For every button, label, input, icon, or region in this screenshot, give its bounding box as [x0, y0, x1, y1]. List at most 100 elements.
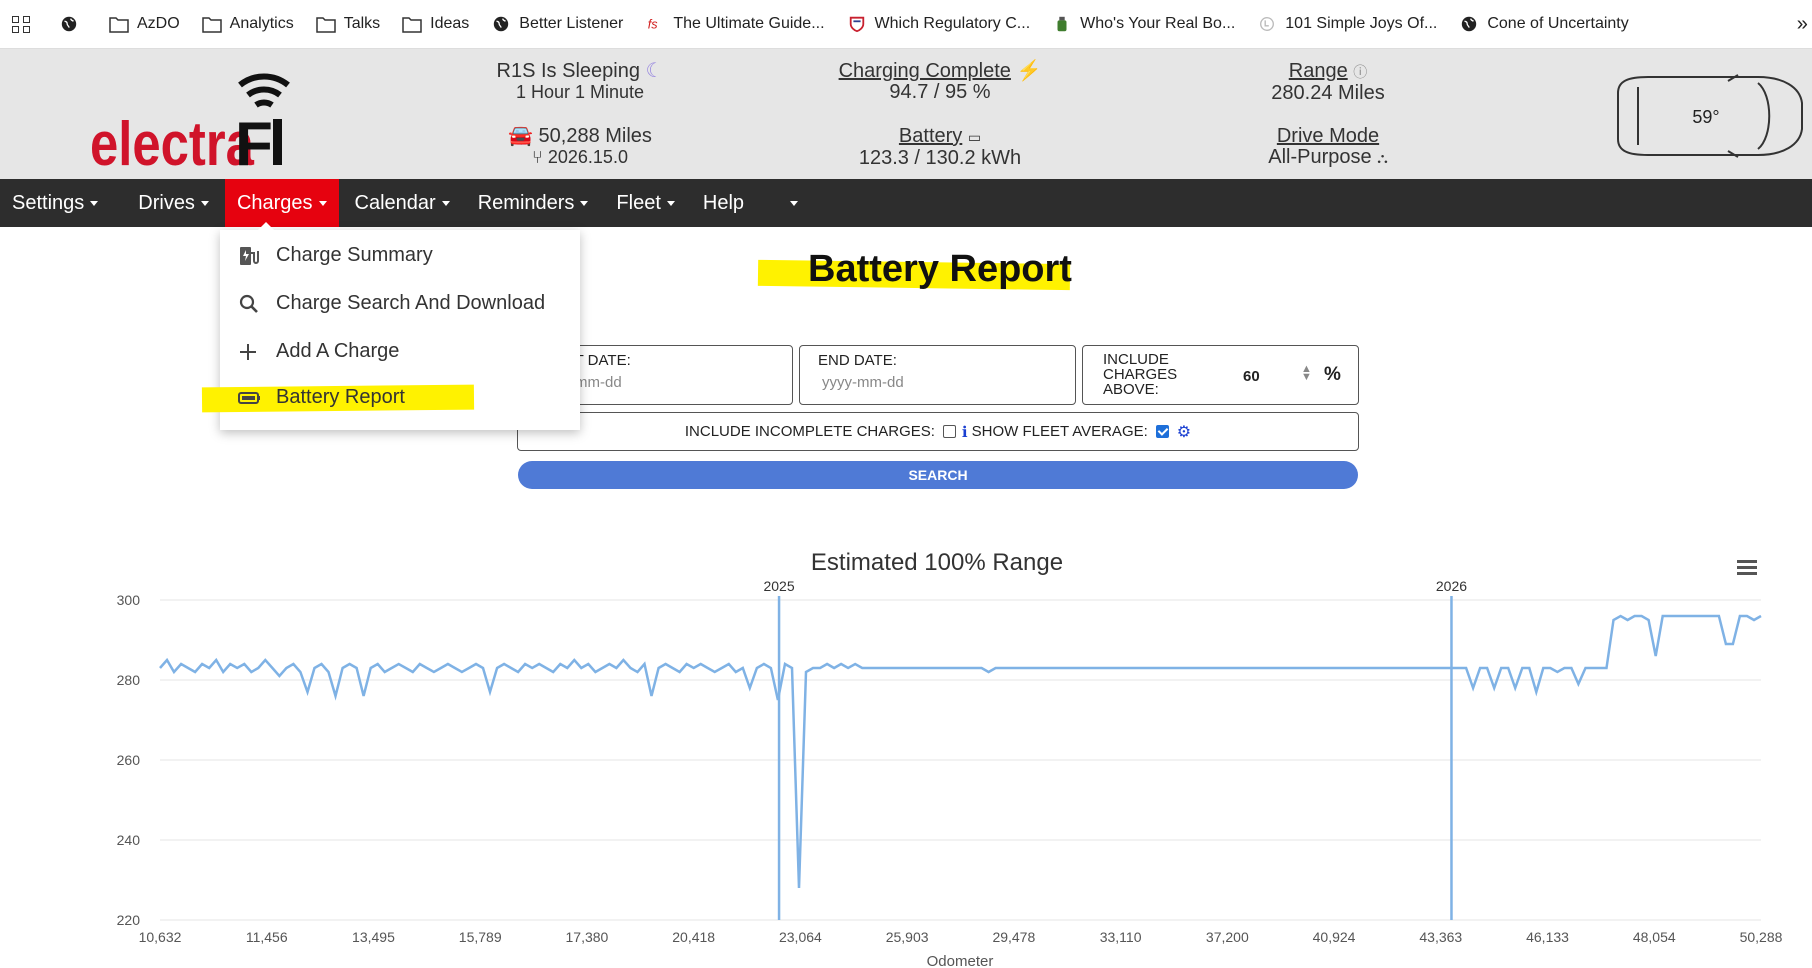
moon-icon: ☾ — [645, 60, 664, 82]
bookmark-azdo[interactable]: AzDO — [109, 15, 180, 33]
bookmarks-bar: AzDO Analytics Talks Ideas Better Listen… — [0, 0, 1812, 49]
apps-grid-icon[interactable] — [12, 15, 31, 33]
bookmark-label: Which Regulatory C... — [874, 15, 1031, 32]
info-icon[interactable]: ℹ — [962, 423, 968, 441]
nav-drives[interactable]: Drives — [126, 179, 221, 227]
end-date-field[interactable]: END DATE: yyyy-mm-dd — [799, 345, 1076, 405]
plug-icon: ⚡ — [1016, 60, 1042, 82]
charging-status-link[interactable]: Charging Complete — [839, 60, 1011, 82]
bookmark-label: Talks — [343, 15, 381, 32]
drive-mode-link[interactable]: Drive Mode — [1218, 126, 1438, 147]
battery-status: Battery ▭ 123.3 / 130.2 kWh — [820, 126, 1060, 169]
fleet-average-label: SHOW FLEET AVERAGE: — [971, 423, 1148, 440]
bookmark-globe[interactable] — [59, 15, 87, 33]
bookmark-real-boss[interactable]: Who's Your Real Bo... — [1052, 15, 1235, 33]
fleet-average-checkbox[interactable] — [1155, 425, 1169, 438]
nav-label: Settings — [12, 191, 85, 214]
nav-fleet[interactable]: Fleet — [604, 179, 686, 227]
nav-label: Reminders — [477, 191, 575, 214]
battery-icon — [238, 391, 260, 404]
globe-icon — [1462, 16, 1477, 32]
gear-icon[interactable]: ⚙ — [1177, 422, 1191, 442]
menu-item-label: Add A Charge — [276, 340, 400, 362]
x-tick-label: 48,054 — [1633, 929, 1676, 945]
bookmark-cone-uncertainty[interactable]: Cone of Uncertainty — [1459, 15, 1629, 33]
electrafi-logo[interactable]: electra F — [90, 63, 290, 175]
fs-icon: fs — [648, 18, 658, 32]
x-tick-label: 23,064 — [779, 929, 822, 945]
search-button[interactable]: SEARCH — [518, 461, 1358, 489]
bookmark-label: Ideas — [430, 15, 470, 32]
nav-calendar[interactable]: Calendar — [343, 179, 462, 227]
drive-mode-status: Drive Mode All-Purpose ⛬ — [1218, 126, 1438, 169]
menu-item-charge-summary[interactable]: Charge Summary — [238, 244, 433, 267]
range-status: Range ⓘ 280.24 Miles — [1218, 61, 1438, 104]
bookmark-ideas[interactable]: Ideas — [402, 15, 469, 33]
x-tick-label: 25,903 — [886, 929, 929, 945]
car-icon: 🚘 — [508, 125, 533, 147]
nav-label: Drives — [138, 191, 195, 214]
caret-down-icon — [790, 200, 799, 206]
battery-value: 123.3 / 130.2 kWh — [858, 147, 1022, 169]
range-value: 280.24 Miles — [1271, 82, 1385, 104]
menu-item-add-charge[interactable]: Add A Charge — [238, 340, 399, 363]
nav-settings[interactable]: Settings — [0, 179, 110, 227]
bookmark-ultimate-guide[interactable]: fs The Ultimate Guide... — [645, 15, 824, 33]
chart-menu-icon[interactable] — [1737, 560, 1757, 575]
bookmark-label: Analytics — [229, 15, 294, 32]
x-tick-label: 43,363 — [1419, 929, 1462, 945]
menu-item-charge-search[interactable]: Charge Search And Download — [238, 292, 545, 315]
x-tick-label: 37,200 — [1206, 929, 1249, 945]
x-tick-label: 50,288 — [1740, 929, 1783, 945]
odometer-status: 🚘 50,288 Miles ⑂ 2026.15.0 — [470, 126, 690, 168]
spinner-arrows-icon[interactable]: ▲ ▼ — [1301, 364, 1312, 383]
percent-unit: % — [1324, 364, 1341, 385]
shield-icon — [849, 16, 864, 33]
folder-icon — [201, 17, 222, 33]
bookmark-better-listener[interactable]: Better Listener — [491, 15, 623, 33]
end-date-input[interactable]: yyyy-mm-dd — [822, 374, 904, 391]
x-tick-label: 40,924 — [1313, 929, 1356, 945]
bookmark-regulatory[interactable]: Which Regulatory C... — [847, 15, 1031, 33]
menu-item-battery-report[interactable]: Battery Report — [238, 386, 405, 409]
caret-down-icon — [441, 200, 450, 206]
svg-text:F: F — [235, 110, 273, 175]
bookmark-analytics[interactable]: Analytics — [201, 15, 294, 33]
binoculars-icon: ⛬ — [1377, 150, 1388, 167]
temperature-value: 59° — [1692, 107, 1719, 127]
globe-icon — [61, 16, 77, 32]
bookmark-label: AzDO — [137, 15, 180, 32]
bottle-icon — [1057, 16, 1067, 32]
caret-down-icon — [580, 200, 589, 206]
nav-help[interactable]: Help — [691, 179, 756, 227]
x-tick-label: 10,632 — [139, 929, 182, 945]
nav-reminders[interactable]: Reminders — [466, 179, 601, 227]
range-link[interactable]: Range — [1289, 60, 1348, 82]
menu-item-label: Battery Report — [276, 386, 405, 408]
charging-station-icon — [240, 246, 259, 265]
range-chart: Estimated 100% Range 220 240 260 280 300 10,… — [117, 549, 1783, 968]
incomplete-charges-checkbox[interactable] — [942, 425, 956, 438]
nav-more-toggle[interactable] — [772, 179, 810, 227]
year-marker-label: 2025 — [763, 578, 794, 594]
more-bookmarks-chevron-icon[interactable]: » — [1797, 13, 1808, 36]
chart-title: Estimated 100% Range — [811, 549, 1063, 576]
include-threshold-input[interactable]: 60 — [1243, 368, 1260, 385]
bookmark-label: Better Listener — [519, 15, 624, 32]
include-label-line: CHARGES — [1103, 366, 1178, 383]
battery-link[interactable]: Battery — [899, 125, 962, 147]
include-label-line: ABOVE: — [1103, 381, 1159, 398]
x-tick-label: 46,133 — [1526, 929, 1569, 945]
bookmark-simple-joys[interactable]: 101 Simple Joys Of... — [1257, 15, 1437, 33]
sleep-status: R1S Is Sleeping ☾ 1 Hour 1 Minute — [470, 61, 690, 103]
bookmark-label: The Ultimate Guide... — [673, 15, 825, 32]
sleep-duration: 1 Hour 1 Minute — [515, 82, 645, 102]
options-row: INCLUDE INCOMPLETE CHARGES: ℹ SHOW FLEET… — [517, 412, 1359, 451]
search-icon — [239, 294, 258, 313]
page-title: Battery Report — [808, 248, 1072, 290]
globe-icon — [494, 16, 509, 32]
info-icon: ⓘ — [1353, 64, 1368, 80]
nav-charges[interactable]: Charges — [224, 179, 339, 227]
bookmark-talks[interactable]: Talks — [315, 15, 381, 33]
y-tick-label: 240 — [117, 832, 141, 848]
